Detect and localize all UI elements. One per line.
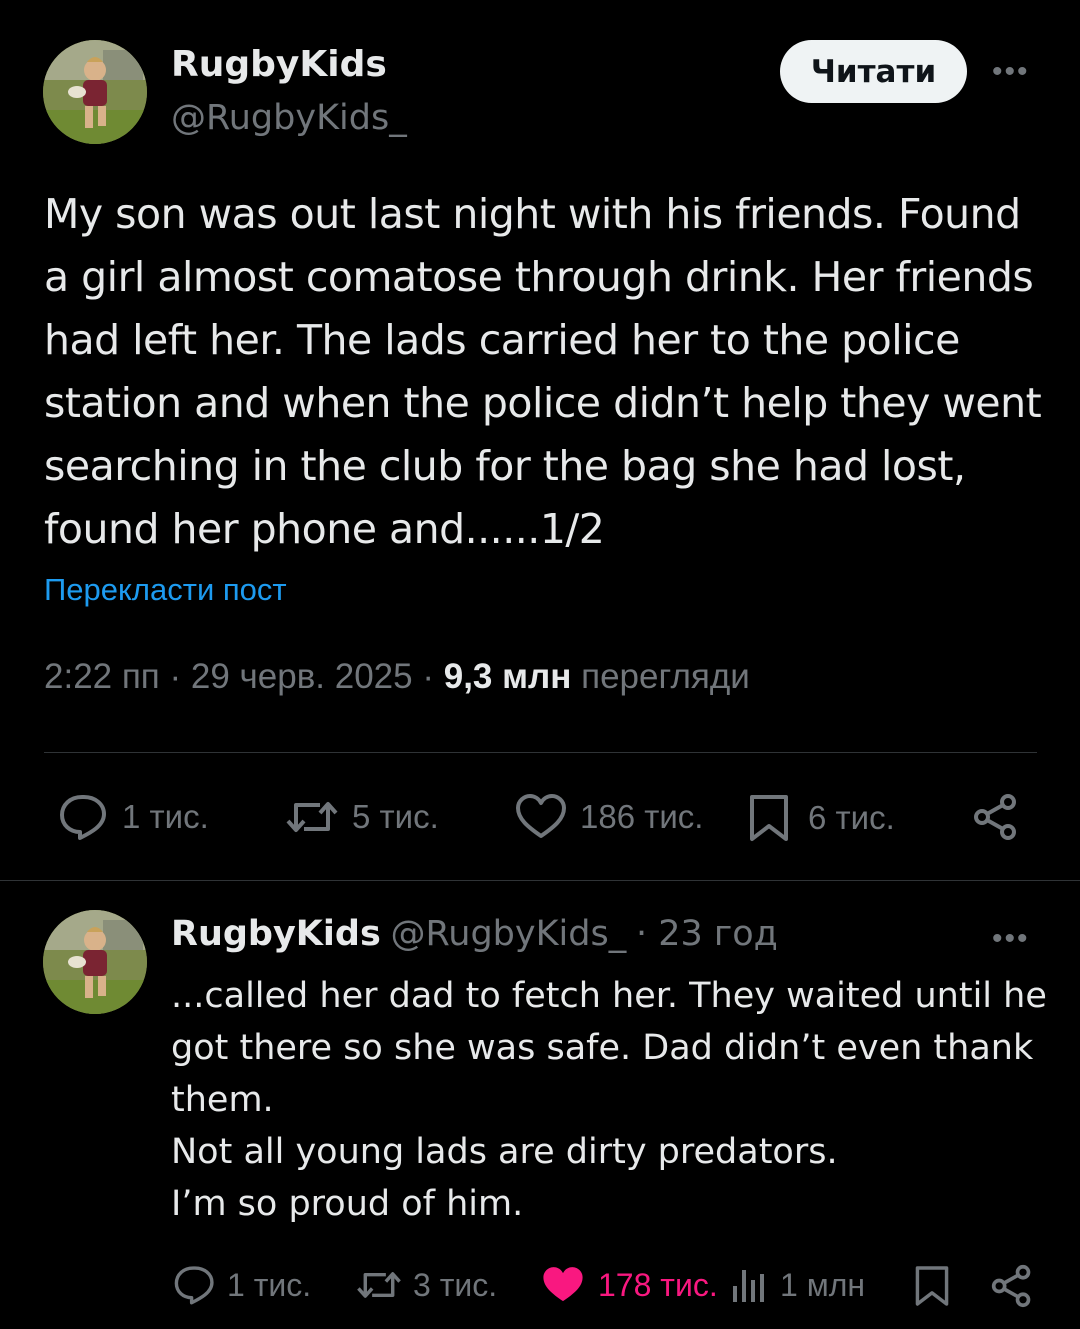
reply-author-avatar[interactable] [43,910,147,1014]
views-label: перегляди [581,657,750,696]
repost-button[interactable]: 5 тис. [284,793,439,841]
translate-post-link[interactable]: Перекласти пост [44,572,287,608]
like-count: 186 тис. [580,798,704,835]
post-time[interactable]: 2:22 пп [44,657,160,696]
reply-header: RugbyKids @RugbyKids_ · 23 год [171,914,778,954]
reply-views-button[interactable]: 1 млн [730,1264,865,1306]
repost-count: 5 тис. [352,798,439,835]
divider [0,880,1080,881]
divider [44,752,1037,753]
bookmark-icon [915,1266,949,1306]
bookmark-icon [750,795,788,841]
reply-repost-button[interactable]: 3 тис. [355,1264,497,1306]
post-text: My son was out last night with his frien… [44,190,1042,553]
repost-arrows-icon [357,1272,401,1298]
speech-bubble-icon [60,795,106,840]
reply-bookmark-button[interactable] [914,1264,950,1308]
reply-reply-count: 1 тис. [227,1266,312,1303]
share-icon [974,794,1016,840]
heart-icon [516,794,566,838]
views-count: 9,3 млн [443,657,572,696]
reply-author-handle[interactable]: @RugbyKids_ [391,914,627,954]
author-avatar[interactable] [43,40,147,144]
share-button[interactable] [972,793,1020,841]
reply-author-name[interactable]: RugbyKids [171,914,381,954]
post-date[interactable]: 29 черв. 2025 [191,657,413,696]
post-meta: 2:22 пп · 29 черв. 2025 · 9,3 млн перегл… [44,657,750,697]
reply-share-button[interactable] [990,1264,1034,1308]
reply-views-count: 1 млн [780,1266,866,1303]
bookmark-count: 6 тис. [808,799,895,836]
speech-bubble-icon [174,1266,214,1305]
reply-like-count: 178 тис. [598,1266,718,1303]
reply-time[interactable]: · 23 год [636,914,778,954]
reply-more-options-icon[interactable]: ••• [992,922,1030,956]
meta-separator: · [422,657,434,696]
follow-button[interactable]: Читати [780,40,967,103]
author-handle[interactable]: @RugbyKids_ [171,98,407,138]
more-options-icon[interactable]: ••• [992,55,1030,89]
meta-separator: · [169,657,182,696]
bar-chart-icon [733,1270,764,1302]
reply-button[interactable]: 1 тис. [58,793,209,841]
author-name[interactable]: RugbyKids [171,44,387,85]
reply-text: ...called her dad to fetch her. They wai… [171,976,1047,1224]
heart-filled-icon [543,1267,583,1302]
like-button[interactable]: 186 тис. [514,793,703,841]
reply-count: 1 тис. [122,798,209,835]
reply-reply-button[interactable]: 1 тис. [173,1264,311,1306]
bookmark-button[interactable]: 6 тис. [748,793,895,843]
repost-arrows-icon [286,802,338,832]
reply-repost-count: 3 тис. [413,1266,498,1303]
share-icon [991,1264,1031,1308]
reply-like-button[interactable]: 178 тис. [540,1264,718,1306]
